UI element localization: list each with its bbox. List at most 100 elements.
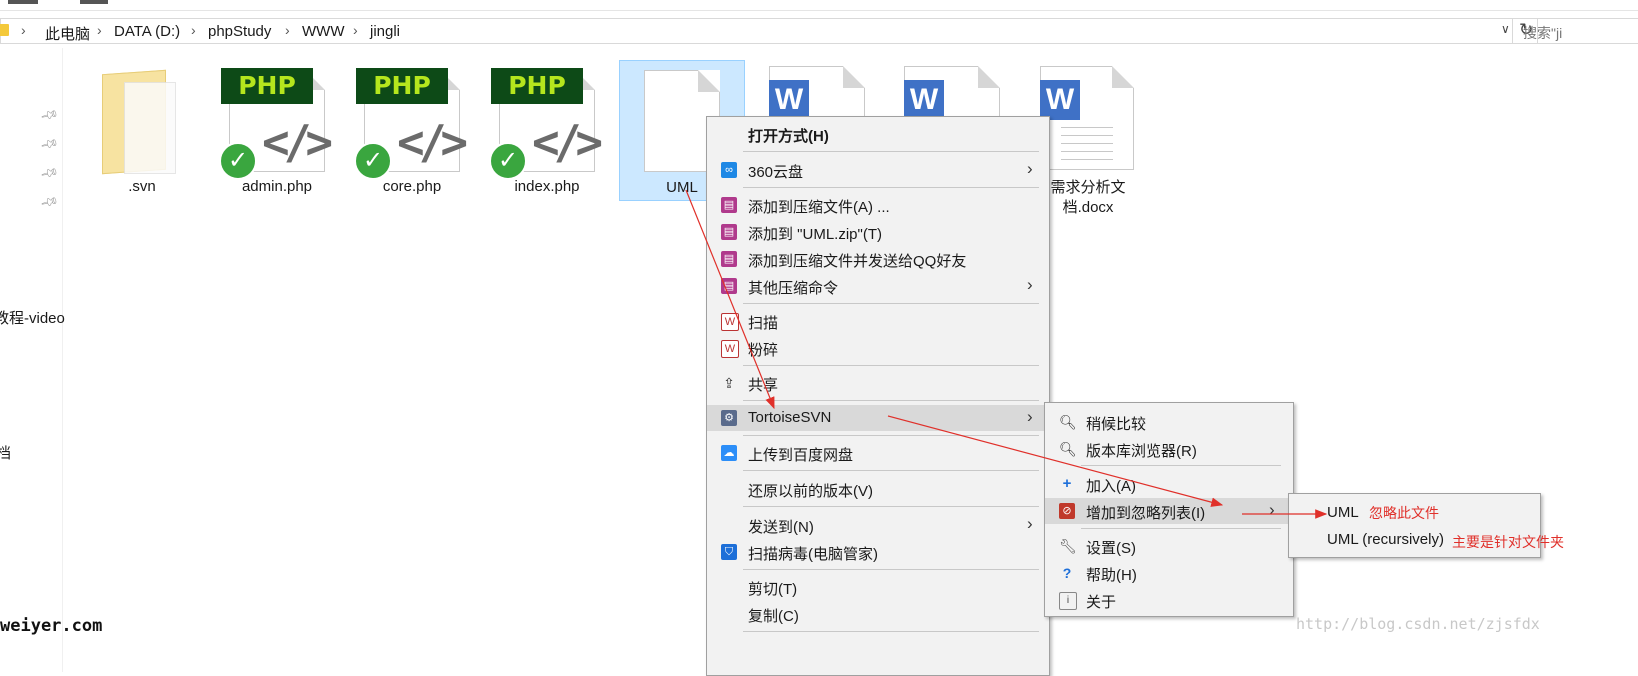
menu-item-label: 增加到忽略列表(I) [1086, 505, 1206, 522]
menu-item-send-to[interactable]: 发送到(N) › [707, 512, 1049, 538]
watermark-right: http://blog.csdn.net/zjsfdx [1296, 615, 1540, 633]
chevron-right-icon: › [1027, 275, 1033, 294]
menu-item-label: 粉碎 [748, 342, 779, 359]
breadcrumb-www[interactable]: WWW [302, 23, 344, 40]
menu-item-repo-browser[interactable]: 🔍︎ 版本库浏览器(R) [1045, 436, 1293, 462]
shield-icon: W [721, 313, 739, 331]
page-fold [843, 66, 865, 88]
help-icon: ? [1062, 565, 1072, 581]
php-badge: PHP [221, 68, 313, 104]
file-name: index.php [514, 178, 580, 195]
menu-item-360-cloud[interactable]: ∞ 360云盘 › [707, 157, 1049, 183]
menu-item-label: 关于 [1086, 594, 1117, 611]
menu-item-copy[interactable]: 复制(C) [707, 601, 1049, 627]
repo-browser-icon: 🔍︎ [1059, 441, 1077, 457]
pin-icon[interactable]: 📌︎ [40, 163, 60, 183]
address-bar[interactable]: › 此电脑 › DATA (D:) › phpStudy › WWW › jin… [0, 18, 1538, 44]
menu-item-upload-baidu[interactable]: ☁ 上传到百度网盘 [707, 440, 1049, 466]
breadcrumb-this-pc[interactable]: 此电脑 [45, 23, 90, 44]
menu-item-label: 添加到 "UML.zip"(T) [748, 226, 882, 243]
menu-item-label: 剪切(T) [748, 581, 798, 598]
context-menu: 打开方式(H) ∞ 360云盘 › ▤ 添加到压缩文件(A) ... ▤ 添加到… [706, 116, 1050, 676]
menu-divider [743, 435, 1039, 436]
annotation-for-folder: 主要是针对文件夹 [1452, 534, 1564, 550]
code-icon: </> [397, 115, 468, 169]
chevron-right-icon: › [1027, 514, 1033, 533]
menu-item-label: 稍候比较 [1086, 416, 1147, 433]
chevron-right-icon: › [97, 22, 102, 38]
watermark-left: weiyer.com [0, 616, 103, 636]
menu-item-label: 版本库浏览器(R) [1086, 443, 1197, 460]
breadcrumb-phpstudy[interactable]: phpStudy [208, 23, 271, 40]
file-item-svn[interactable]: .svn [80, 60, 204, 220]
menu-divider [743, 506, 1039, 507]
menu-item-add-archive-qq[interactable]: ▤ 添加到压缩文件并发送给QQ好友 [707, 246, 1049, 272]
search-input[interactable]: 搜索"ji [1512, 18, 1638, 44]
menu-divider [743, 470, 1039, 471]
menu-divider [743, 365, 1039, 366]
menu-item-label: UML (recursively) [1327, 531, 1444, 548]
file-item-core-php[interactable]: </> PHP ✓ core.php [350, 60, 474, 220]
share-icon: ⇪ [723, 375, 735, 391]
menu-item-label: 还原以前的版本(V) [748, 483, 873, 500]
menu-item-about[interactable]: i 关于 [1045, 587, 1293, 613]
chevron-right-icon: › [1027, 407, 1033, 426]
cloud-360-icon: ∞ [721, 162, 737, 178]
svn-checkmark-icon: ✓ [489, 142, 527, 180]
menu-item-tortoisesvn[interactable]: ⚙ TortoiseSVN › [707, 405, 1049, 431]
magnifier-icon: 🔍︎ [1059, 414, 1077, 430]
page-fold [698, 70, 720, 92]
menu-item-add-to-ignore[interactable]: ⊘ 增加到忽略列表(I) › [1045, 498, 1293, 524]
breadcrumb-jingli[interactable]: jingli [370, 23, 400, 40]
menu-item-diff-later[interactable]: 🔍︎ 稍候比较 [1045, 409, 1293, 435]
file-item-admin-php[interactable]: </> PHP ✓ admin.php [215, 60, 339, 220]
menu-item-shred[interactable]: W 粉碎 [707, 335, 1049, 361]
ribbon-fragment [8, 0, 38, 4]
wps-logo-icon: W [904, 80, 944, 120]
pin-icon[interactable]: 📌︎ [40, 105, 60, 125]
search-placeholder: 搜索"ji [1523, 25, 1563, 41]
svn-checkmark-icon: ✓ [354, 142, 392, 180]
menu-item-scan[interactable]: W 扫描 [707, 308, 1049, 334]
menu-divider [743, 151, 1039, 152]
menu-item-settings[interactable]: 🔧︎ 设置(S) [1045, 533, 1293, 559]
menu-item-open-with[interactable]: 打开方式(H) [707, 121, 1049, 147]
php-badge: PHP [491, 68, 583, 104]
menu-item-label: 复制(C) [748, 608, 799, 625]
code-icon: </> [532, 115, 603, 169]
shield-icon: W [721, 340, 739, 358]
menu-item-restore-previous[interactable]: 还原以前的版本(V) [707, 476, 1049, 502]
menu-item-cut[interactable]: 剪切(T) [707, 574, 1049, 600]
menu-item-label: UML [1327, 504, 1359, 521]
menu-item-add[interactable]: + 加入(A) [1045, 471, 1293, 497]
menu-item-label: 添加到压缩文件并发送给QQ好友 [748, 253, 967, 270]
menu-item-label: TortoiseSVN [748, 409, 832, 426]
pin-icon[interactable]: 📌︎ [40, 134, 60, 154]
menu-item-other-compress[interactable]: ▤ 其他压缩命令 › [707, 273, 1049, 299]
php-badge: PHP [356, 68, 448, 104]
pc-manager-shield-icon: ⛉ [721, 544, 737, 560]
address-row: › 此电脑 › DATA (D:) › phpStudy › WWW › jin… [0, 14, 1638, 48]
menu-item-add-zip[interactable]: ▤ 添加到 "UML.zip"(T) [707, 219, 1049, 245]
chevron-right-icon: › [1027, 159, 1033, 178]
svn-checkmark-icon: ✓ [219, 142, 257, 180]
menu-item-scan-virus[interactable]: ⛉ 扫描病毒(电脑管家) [707, 539, 1049, 565]
breadcrumb-data-drive[interactable]: DATA (D:) [114, 23, 180, 40]
nav-item-video[interactable]: 教程-video [0, 307, 65, 328]
winrar-icon: ▤ [721, 251, 737, 267]
menu-item-add-archive[interactable]: ▤ 添加到压缩文件(A) ... [707, 192, 1049, 218]
menu-item-help[interactable]: ? 帮助(H) [1045, 560, 1293, 586]
pin-icon[interactable]: 📌︎ [40, 192, 60, 212]
nav-item-docs[interactable]: 档 [0, 442, 11, 463]
menu-item-label: 扫描 [748, 315, 779, 332]
file-name: core.php [382, 178, 442, 195]
chevron-right-icon: › [21, 22, 26, 38]
wps-logo-icon: W [1040, 80, 1080, 120]
menu-item-label: 其他压缩命令 [748, 280, 839, 297]
menu-item-share[interactable]: ⇪ 共享 [707, 370, 1049, 396]
chevron-down-icon[interactable]: ∨ [1501, 22, 1510, 36]
winrar-icon: ▤ [721, 224, 737, 240]
wps-logo-icon: W [769, 80, 809, 120]
file-name: .svn [128, 178, 156, 195]
file-item-index-php[interactable]: </> PHP ✓ index.php [485, 60, 609, 220]
